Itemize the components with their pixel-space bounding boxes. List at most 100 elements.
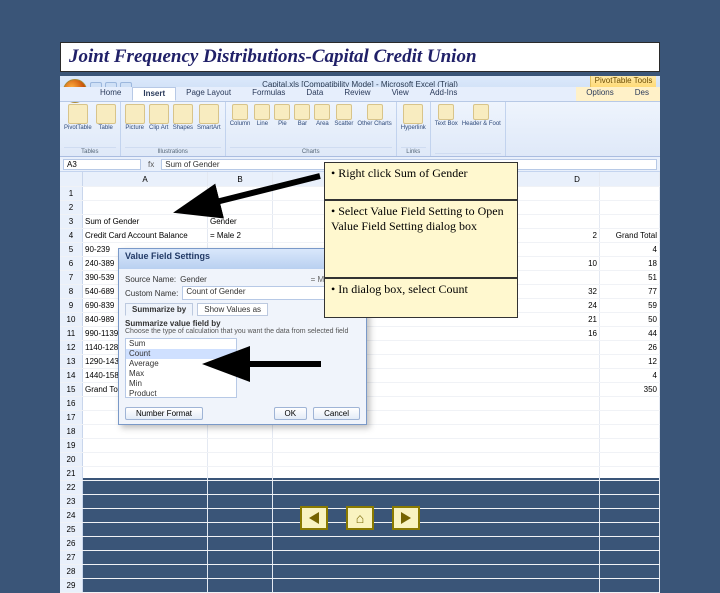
cell[interactable]: 4: [600, 369, 660, 383]
cell[interactable]: 44: [600, 327, 660, 341]
cell[interactable]: 51: [600, 271, 660, 285]
ribbon-bar[interactable]: Bar: [294, 104, 310, 127]
cell[interactable]: 18: [600, 257, 660, 271]
row-head[interactable]: 10: [60, 313, 83, 327]
cell[interactable]: [208, 537, 273, 551]
opt-min[interactable]: Min: [126, 379, 236, 389]
cell[interactable]: [555, 187, 600, 201]
cell[interactable]: [555, 383, 600, 397]
cell[interactable]: 10: [555, 257, 600, 271]
ribbon-headerfooter[interactable]: Header & Foot: [462, 104, 501, 127]
ribbon-shapes[interactable]: Shapes: [173, 104, 193, 131]
cell[interactable]: Sum of Gender: [83, 215, 208, 229]
cell[interactable]: [273, 467, 556, 481]
cell[interactable]: [600, 551, 660, 565]
col-A[interactable]: A: [83, 172, 208, 187]
tab-review[interactable]: Review: [334, 87, 381, 101]
nav-prev[interactable]: [300, 506, 328, 530]
ribbon-pivottable[interactable]: PivotTable: [64, 104, 92, 131]
ribbon-picture[interactable]: Picture: [125, 104, 145, 131]
ribbon-clipart[interactable]: Clip Art: [149, 104, 169, 131]
cell[interactable]: [83, 481, 208, 495]
cell[interactable]: 77: [600, 285, 660, 299]
cell[interactable]: 4: [600, 243, 660, 257]
opt-count[interactable]: Count: [126, 349, 236, 359]
cell[interactable]: [83, 579, 208, 593]
tab-formulas[interactable]: Formulas: [242, 87, 296, 101]
row-head[interactable]: 14: [60, 369, 83, 383]
cancel-button[interactable]: Cancel: [313, 407, 360, 420]
row-head[interactable]: 16: [60, 397, 83, 411]
opt-sum[interactable]: Sum: [126, 339, 236, 349]
row-head[interactable]: 17: [60, 411, 83, 425]
cell[interactable]: 12: [600, 355, 660, 369]
row-head[interactable]: 5: [60, 243, 83, 257]
cell[interactable]: [273, 551, 556, 565]
row-head[interactable]: 20: [60, 453, 83, 467]
cell[interactable]: [83, 425, 208, 439]
cell[interactable]: 16: [555, 327, 600, 341]
name-box[interactable]: A3: [63, 159, 141, 170]
ok-button[interactable]: OK: [274, 407, 308, 420]
nav-next[interactable]: [392, 506, 420, 530]
row-head[interactable]: 28: [60, 565, 83, 579]
cell[interactable]: [208, 467, 273, 481]
tab-view[interactable]: View: [382, 87, 420, 101]
cell[interactable]: [600, 201, 660, 215]
row-head[interactable]: 7: [60, 271, 83, 285]
ribbon-textbox[interactable]: Text Box: [435, 104, 458, 127]
col-D[interactable]: D: [555, 172, 600, 187]
cell[interactable]: [600, 565, 660, 579]
cell[interactable]: = Male 2: [208, 229, 273, 243]
calc-type-listbox[interactable]: Sum Count Average Max Min Product: [125, 338, 237, 398]
ribbon-column[interactable]: Column: [230, 104, 251, 127]
cell[interactable]: [208, 565, 273, 579]
cell[interactable]: [555, 579, 600, 593]
cell[interactable]: 24: [555, 299, 600, 313]
tab-options[interactable]: Options: [576, 87, 625, 101]
row-head[interactable]: 1: [60, 187, 83, 201]
tab-home[interactable]: Home: [90, 87, 132, 101]
cell[interactable]: [555, 467, 600, 481]
cell[interactable]: [273, 565, 556, 579]
cell[interactable]: [555, 551, 600, 565]
cell[interactable]: [83, 439, 208, 453]
row-head[interactable]: 12: [60, 341, 83, 355]
opt-average[interactable]: Average: [126, 359, 236, 369]
cell[interactable]: [83, 551, 208, 565]
row-head[interactable]: 21: [60, 467, 83, 481]
row-head[interactable]: 27: [60, 551, 83, 565]
cell[interactable]: [273, 425, 556, 439]
cell[interactable]: [273, 439, 556, 453]
cell[interactable]: [208, 439, 273, 453]
cell[interactable]: [83, 467, 208, 481]
cell[interactable]: [555, 453, 600, 467]
ribbon-pie[interactable]: Pie: [274, 104, 290, 127]
row-head[interactable]: 29: [60, 579, 83, 593]
cell[interactable]: [555, 439, 600, 453]
cell[interactable]: [208, 425, 273, 439]
cell[interactable]: 2: [555, 229, 600, 243]
ribbon-line[interactable]: Line: [254, 104, 270, 127]
cell[interactable]: 21: [555, 313, 600, 327]
cell[interactable]: [83, 201, 208, 215]
cell[interactable]: [600, 425, 660, 439]
cell[interactable]: [208, 579, 273, 593]
cell[interactable]: 59: [600, 299, 660, 313]
ribbon-smartart[interactable]: SmartArt: [197, 104, 221, 131]
cell[interactable]: [555, 537, 600, 551]
row-head[interactable]: 2: [60, 201, 83, 215]
cell[interactable]: [273, 579, 556, 593]
cell[interactable]: [208, 481, 273, 495]
cell[interactable]: [555, 215, 600, 229]
ribbon-hyperlink[interactable]: Hyperlink: [401, 104, 426, 131]
cell[interactable]: [83, 187, 208, 201]
cell[interactable]: [273, 481, 556, 495]
cell[interactable]: [600, 579, 660, 593]
tab-data[interactable]: Data: [296, 87, 334, 101]
cell[interactable]: [555, 481, 600, 495]
cell[interactable]: [600, 453, 660, 467]
nav-home[interactable]: ⌂: [346, 506, 374, 530]
cell[interactable]: [208, 453, 273, 467]
col-B[interactable]: B: [208, 172, 273, 187]
